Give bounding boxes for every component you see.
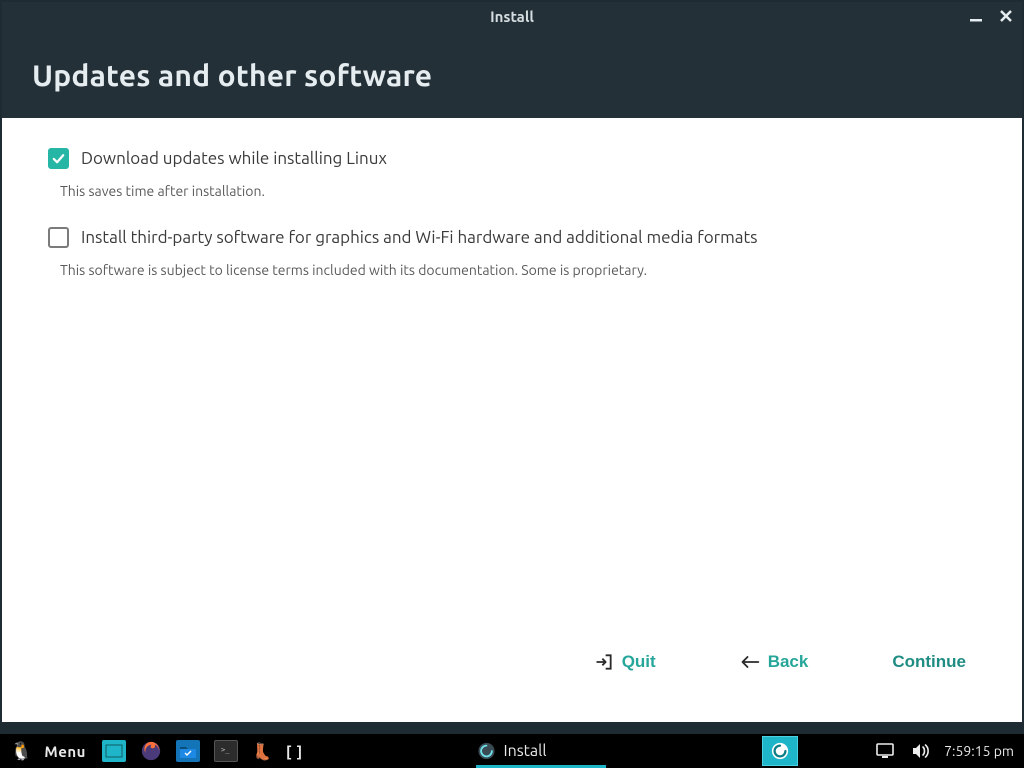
taskbar-left: 🐧 Menu >_ 👢 [ ]	[0, 737, 307, 765]
titlebar: Install	[2, 2, 1022, 30]
window-title: Install	[490, 8, 534, 25]
checkbox-download-updates[interactable]	[48, 148, 69, 169]
quit-button[interactable]: Quit	[594, 652, 656, 672]
brackets-launcher[interactable]: [ ]	[282, 737, 307, 765]
volume-icon	[912, 743, 930, 759]
minimize-button[interactable]	[966, 6, 986, 26]
window-controls	[966, 2, 1016, 30]
checkbox-thirdparty[interactable]	[48, 227, 69, 248]
firefox-icon	[140, 740, 162, 762]
option-thirdparty-desc: This software is subject to license term…	[60, 262, 976, 278]
tray-volume[interactable]	[908, 737, 934, 765]
content-spacer	[48, 306, 976, 652]
files-launcher[interactable]	[172, 737, 204, 765]
menu-launcher[interactable]: 🐧	[6, 737, 36, 765]
installer-window: Install Updates and other software Downl…	[2, 2, 1022, 722]
taskbar-active-task[interactable]: Install	[467, 734, 556, 768]
option-download-updates-label: Download updates while installing Linux	[81, 149, 387, 168]
close-button[interactable]	[996, 6, 1016, 26]
firefox-launcher[interactable]	[136, 737, 166, 765]
penguin-icon: 🐧	[10, 741, 32, 762]
back-label: Back	[768, 652, 809, 672]
taskbar-running-app[interactable]	[762, 736, 798, 766]
wizard-footer: Quit Back Continue	[48, 652, 976, 702]
desktop-icon	[102, 740, 126, 762]
continue-button[interactable]: Continue	[892, 652, 966, 672]
taskbar-clock[interactable]: 7:59:15 pm	[944, 743, 1014, 759]
quit-label: Quit	[622, 652, 656, 672]
page-title: Updates and other software	[32, 58, 992, 92]
option-download-updates: Download updates while installing Linux …	[48, 148, 976, 199]
misc-launcher[interactable]: 👢	[248, 737, 276, 765]
taskbar: 🐧 Menu >_ 👢 [ ]	[0, 734, 1024, 768]
option-thirdparty: Install third-party software for graphic…	[48, 227, 976, 278]
taskbar-right: 7:59:15 pm	[872, 737, 1024, 765]
running-app-icon	[771, 742, 789, 760]
option-download-updates-row[interactable]: Download updates while installing Linux	[48, 148, 976, 169]
tray-display[interactable]	[872, 737, 898, 765]
display-icon	[876, 743, 894, 759]
content-area: Download updates while installing Linux …	[2, 118, 1022, 722]
folder-icon	[176, 740, 200, 762]
arrow-left-icon	[740, 654, 760, 670]
boot-icon: 👢	[252, 742, 272, 761]
option-download-updates-desc: This saves time after installation.	[60, 183, 976, 199]
menu-label[interactable]: Menu	[42, 737, 92, 765]
brackets-label: [ ]	[286, 743, 303, 760]
installer-icon	[477, 742, 495, 760]
continue-label: Continue	[892, 652, 966, 672]
exit-icon	[594, 652, 614, 672]
back-button[interactable]: Back	[740, 652, 809, 672]
page-header: Updates and other software	[2, 30, 1022, 118]
show-desktop-button[interactable]	[98, 737, 130, 765]
terminal-launcher[interactable]: >_	[210, 737, 242, 765]
terminal-icon: >_	[214, 740, 238, 762]
active-task-label: Install	[503, 742, 546, 760]
svg-text:>_: >_	[221, 746, 230, 754]
option-thirdparty-label: Install third-party software for graphic…	[81, 228, 758, 247]
option-thirdparty-row[interactable]: Install third-party software for graphic…	[48, 227, 976, 248]
